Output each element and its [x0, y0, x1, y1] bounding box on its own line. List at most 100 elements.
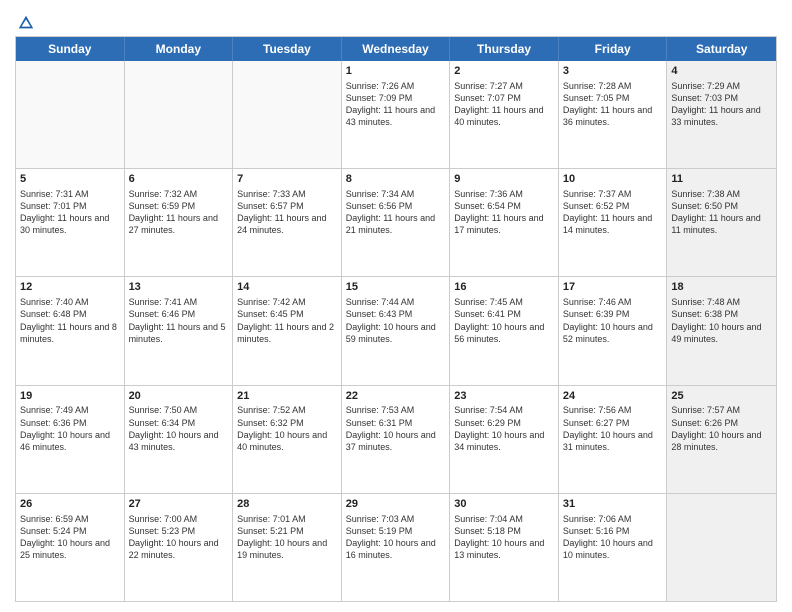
cell-text: Sunrise: 7:44 AM	[346, 296, 446, 308]
cell-text: Sunrise: 7:36 AM	[454, 188, 554, 200]
cell-text: Sunset: 5:24 PM	[20, 525, 120, 537]
day-number: 31	[563, 497, 663, 512]
cell-text: Daylight: 10 hours and 37 minutes.	[346, 429, 446, 453]
cal-row-1: 5Sunrise: 7:31 AMSunset: 7:01 PMDaylight…	[16, 168, 776, 276]
cal-cell: 19Sunrise: 7:49 AMSunset: 6:36 PMDayligh…	[16, 386, 125, 493]
day-number: 12	[20, 280, 120, 295]
cell-text: Daylight: 11 hours and 30 minutes.	[20, 212, 120, 236]
cell-text: Sunset: 7:03 PM	[671, 92, 772, 104]
cell-text: Sunrise: 7:27 AM	[454, 80, 554, 92]
page: SundayMondayTuesdayWednesdayThursdayFrid…	[0, 0, 792, 612]
day-number: 13	[129, 280, 229, 295]
cal-cell	[233, 61, 342, 168]
cal-cell: 12Sunrise: 7:40 AMSunset: 6:48 PMDayligh…	[16, 277, 125, 384]
cell-text: Sunset: 6:50 PM	[671, 200, 772, 212]
cell-text: Sunrise: 7:48 AM	[671, 296, 772, 308]
cell-text: Sunset: 6:48 PM	[20, 308, 120, 320]
cell-text: Sunset: 6:26 PM	[671, 417, 772, 429]
cell-text: Sunset: 6:41 PM	[454, 308, 554, 320]
cal-cell: 16Sunrise: 7:45 AMSunset: 6:41 PMDayligh…	[450, 277, 559, 384]
cell-text: Sunrise: 7:40 AM	[20, 296, 120, 308]
day-number: 23	[454, 389, 554, 404]
cell-text: Sunrise: 6:59 AM	[20, 513, 120, 525]
cal-cell: 2Sunrise: 7:27 AMSunset: 7:07 PMDaylight…	[450, 61, 559, 168]
cal-cell: 4Sunrise: 7:29 AMSunset: 7:03 PMDaylight…	[667, 61, 776, 168]
cell-text: Sunset: 6:34 PM	[129, 417, 229, 429]
cal-cell: 18Sunrise: 7:48 AMSunset: 6:38 PMDayligh…	[667, 277, 776, 384]
logo	[15, 14, 35, 32]
cal-cell: 14Sunrise: 7:42 AMSunset: 6:45 PMDayligh…	[233, 277, 342, 384]
cell-text: Sunset: 7:01 PM	[20, 200, 120, 212]
cal-header-sunday: Sunday	[16, 37, 125, 61]
cell-text: Sunset: 6:27 PM	[563, 417, 663, 429]
day-number: 8	[346, 172, 446, 187]
cal-row-2: 12Sunrise: 7:40 AMSunset: 6:48 PM Dayligh…	[16, 276, 776, 384]
cell-text: Daylight: 11 hours and 24 minutes.	[237, 212, 337, 236]
cal-cell: 26Sunrise: 6:59 AMSunset: 5:24 PMDayligh…	[16, 494, 125, 601]
day-number: 20	[129, 389, 229, 404]
cell-text: Daylight: 10 hours and 10 minutes.	[563, 537, 663, 561]
cell-text: Daylight: 10 hours and 49 minutes.	[671, 321, 772, 345]
cell-text: Sunrise: 7:49 AM	[20, 404, 120, 416]
cell-text: Sunrise: 7:04 AM	[454, 513, 554, 525]
day-number: 30	[454, 497, 554, 512]
cal-header-saturday: Saturday	[667, 37, 776, 61]
cell-text: Sunset: 6:43 PM	[346, 308, 446, 320]
cal-header-friday: Friday	[559, 37, 668, 61]
header	[15, 10, 777, 32]
cell-text: Sunset: 5:19 PM	[346, 525, 446, 537]
cell-text: Sunrise: 7:54 AM	[454, 404, 554, 416]
day-number: 28	[237, 497, 337, 512]
cell-text: Sunrise: 7:50 AM	[129, 404, 229, 416]
cell-text: Daylight: 10 hours and 25 minutes.	[20, 537, 120, 561]
cal-row-3: 19Sunrise: 7:49 AMSunset: 6:36 PM Dayligh…	[16, 385, 776, 493]
cell-text: Sunset: 7:05 PM	[563, 92, 663, 104]
calendar: SundayMondayTuesdayWednesdayThursdayFrid…	[15, 36, 777, 602]
cell-text: Sunrise: 7:34 AM	[346, 188, 446, 200]
cal-cell: 27Sunrise: 7:00 AMSunset: 5:23 PMDayligh…	[125, 494, 234, 601]
cal-cell: 29Sunrise: 7:03 AMSunset: 5:19 PMDayligh…	[342, 494, 451, 601]
day-number: 26	[20, 497, 120, 512]
cal-cell: 1Sunrise: 7:26 AMSunset: 7:09 PMDaylight…	[342, 61, 451, 168]
cell-text: Sunset: 6:38 PM	[671, 308, 772, 320]
cell-text: Daylight: 10 hours and 59 minutes.	[346, 321, 446, 345]
cal-cell: 11Sunrise: 7:38 AMSunset: 6:50 PMDayligh…	[667, 169, 776, 276]
cal-cell	[667, 494, 776, 601]
day-number: 29	[346, 497, 446, 512]
cal-cell: 8Sunrise: 7:34 AMSunset: 6:56 PMDaylight…	[342, 169, 451, 276]
cal-cell: 9Sunrise: 7:36 AMSunset: 6:54 PMDaylight…	[450, 169, 559, 276]
cell-text: Sunset: 6:45 PM	[237, 308, 337, 320]
day-number: 19	[20, 389, 120, 404]
cal-row-0: 1Sunrise: 7:26 AMSunset: 7:09 PMDaylight…	[16, 61, 776, 168]
cal-header-tuesday: Tuesday	[233, 37, 342, 61]
cell-text: Daylight: 10 hours and 43 minutes.	[129, 429, 229, 453]
day-number: 7	[237, 172, 337, 187]
cell-text: Sunset: 6:52 PM	[563, 200, 663, 212]
day-number: 1	[346, 64, 446, 79]
cal-cell: 17Sunrise: 7:46 AMSunset: 6:39 PMDayligh…	[559, 277, 668, 384]
cell-text: Sunrise: 7:03 AM	[346, 513, 446, 525]
cell-text: Daylight: 10 hours and 56 minutes.	[454, 321, 554, 345]
cell-text: Sunrise: 7:45 AM	[454, 296, 554, 308]
cell-text: Sunset: 5:23 PM	[129, 525, 229, 537]
cal-cell: 21Sunrise: 7:52 AMSunset: 6:32 PMDayligh…	[233, 386, 342, 493]
cal-cell	[16, 61, 125, 168]
cell-text: Sunrise: 7:00 AM	[129, 513, 229, 525]
cell-text: Daylight: 11 hours and 21 minutes.	[346, 212, 446, 236]
cell-text: Sunrise: 7:28 AM	[563, 80, 663, 92]
day-number: 15	[346, 280, 446, 295]
cell-text: Sunrise: 7:56 AM	[563, 404, 663, 416]
cell-text: Daylight: 10 hours and 40 minutes.	[237, 429, 337, 453]
cell-text: Sunset: 6:36 PM	[20, 417, 120, 429]
calendar-body: 1Sunrise: 7:26 AMSunset: 7:09 PMDaylight…	[16, 61, 776, 601]
cell-text: Daylight: 11 hours and 43 minutes.	[346, 104, 446, 128]
cal-cell: 23Sunrise: 7:54 AMSunset: 6:29 PMDayligh…	[450, 386, 559, 493]
cell-text: Daylight: 10 hours and 52 minutes.	[563, 321, 663, 345]
cell-text: Sunset: 6:57 PM	[237, 200, 337, 212]
cell-text: Daylight: 10 hours and 34 minutes.	[454, 429, 554, 453]
cal-cell: 3Sunrise: 7:28 AMSunset: 7:05 PMDaylight…	[559, 61, 668, 168]
cell-text: Sunset: 6:59 PM	[129, 200, 229, 212]
cell-text: Daylight: 11 hours and 40 minutes.	[454, 104, 554, 128]
cal-cell: 20Sunrise: 7:50 AMSunset: 6:34 PMDayligh…	[125, 386, 234, 493]
cell-text: Sunset: 5:21 PM	[237, 525, 337, 537]
